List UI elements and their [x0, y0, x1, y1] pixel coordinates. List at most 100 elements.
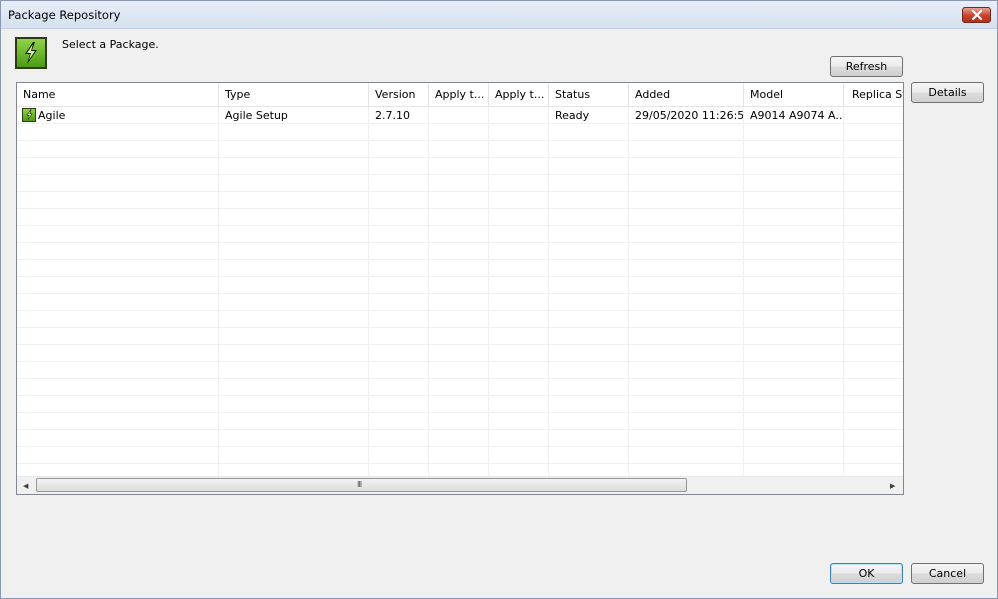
- empty-cell: [844, 345, 903, 362]
- empty-cell: [369, 447, 429, 464]
- empty-cell: [844, 328, 903, 345]
- empty-cell: [549, 209, 629, 226]
- empty-row: [17, 277, 903, 294]
- empty-cell: [844, 311, 903, 328]
- empty-cell: [17, 141, 219, 158]
- empty-cell: [549, 396, 629, 413]
- empty-row: [17, 158, 903, 175]
- empty-cell: [369, 243, 429, 260]
- empty-row: [17, 141, 903, 158]
- empty-cell: [489, 158, 549, 175]
- empty-cell: [17, 294, 219, 311]
- empty-cell: [629, 260, 744, 277]
- empty-cell: [744, 124, 844, 141]
- empty-cell: [844, 209, 903, 226]
- empty-cell: [369, 277, 429, 294]
- column-header-version[interactable]: Version: [369, 83, 429, 106]
- empty-cell: [17, 396, 219, 413]
- empty-cell: [844, 362, 903, 379]
- empty-cell: [17, 243, 219, 260]
- empty-cell: [489, 277, 549, 294]
- cell-replica: [844, 107, 903, 124]
- empty-cell: [429, 226, 489, 243]
- table-row[interactable]: Agile Agile Setup 2.7.10 Ready 29/05/202…: [17, 107, 903, 124]
- ok-button[interactable]: OK: [830, 563, 903, 584]
- empty-cell: [744, 260, 844, 277]
- empty-row: [17, 124, 903, 141]
- empty-cell: [744, 158, 844, 175]
- empty-cell: [844, 175, 903, 192]
- empty-cell: [489, 141, 549, 158]
- scroll-right-icon[interactable]: ▶: [890, 482, 895, 490]
- empty-cell: [489, 447, 549, 464]
- empty-cell: [549, 226, 629, 243]
- column-header-apply-2[interactable]: Apply t...: [489, 83, 549, 106]
- close-icon: [971, 10, 983, 20]
- empty-cell: [489, 345, 549, 362]
- package-table[interactable]: Name Type Version Apply t... Apply t... …: [16, 82, 904, 495]
- empty-cell: [219, 243, 369, 260]
- details-button[interactable]: Details: [911, 82, 984, 103]
- empty-cell: [489, 311, 549, 328]
- empty-row: [17, 413, 903, 430]
- empty-cell: [219, 430, 369, 447]
- column-header-replica[interactable]: Replica St: [844, 83, 903, 106]
- empty-cell: [429, 260, 489, 277]
- column-header-model[interactable]: Model: [744, 83, 844, 106]
- empty-cell: [219, 260, 369, 277]
- close-button[interactable]: [962, 7, 991, 23]
- empty-row: [17, 396, 903, 413]
- empty-cell: [219, 141, 369, 158]
- empty-cell: [549, 294, 629, 311]
- empty-cell: [744, 243, 844, 260]
- empty-row: [17, 345, 903, 362]
- empty-cell: [429, 192, 489, 209]
- scrollbar-thumb[interactable]: III: [36, 478, 687, 492]
- empty-cell: [549, 430, 629, 447]
- column-header-apply-1[interactable]: Apply t...: [429, 83, 489, 106]
- empty-cell: [489, 260, 549, 277]
- empty-cell: [17, 192, 219, 209]
- column-header-status[interactable]: Status: [549, 83, 629, 106]
- empty-cell: [744, 362, 844, 379]
- cell-version: 2.7.10: [369, 107, 429, 124]
- empty-cell: [429, 124, 489, 141]
- column-header-type[interactable]: Type: [219, 83, 369, 106]
- window-title: Package Repository: [8, 8, 121, 22]
- empty-cell: [549, 345, 629, 362]
- column-header-name[interactable]: Name: [17, 83, 219, 106]
- empty-cell: [489, 396, 549, 413]
- empty-cell: [744, 413, 844, 430]
- empty-cell: [629, 141, 744, 158]
- empty-cell: [844, 124, 903, 141]
- empty-cell: [489, 294, 549, 311]
- empty-cell: [629, 413, 744, 430]
- empty-cell: [17, 328, 219, 345]
- column-header-added[interactable]: Added: [629, 83, 744, 106]
- cancel-button[interactable]: Cancel: [911, 563, 984, 584]
- empty-cell: [844, 430, 903, 447]
- refresh-button[interactable]: Refresh: [830, 56, 903, 77]
- empty-cell: [744, 175, 844, 192]
- empty-cell: [744, 277, 844, 294]
- empty-cell: [844, 396, 903, 413]
- empty-cell: [429, 175, 489, 192]
- empty-cell: [744, 209, 844, 226]
- empty-cell: [629, 396, 744, 413]
- empty-cell: [629, 158, 744, 175]
- table-body: Agile Agile Setup 2.7.10 Ready 29/05/202…: [17, 107, 903, 481]
- empty-row: [17, 260, 903, 277]
- empty-cell: [219, 311, 369, 328]
- empty-cell: [549, 362, 629, 379]
- empty-cell: [629, 175, 744, 192]
- empty-cell: [17, 124, 219, 141]
- empty-cell: [744, 379, 844, 396]
- empty-cell: [744, 226, 844, 243]
- empty-cell: [369, 260, 429, 277]
- empty-cell: [219, 158, 369, 175]
- horizontal-scrollbar[interactable]: ◀ III ▶: [17, 476, 903, 494]
- empty-cell: [744, 192, 844, 209]
- scroll-left-icon[interactable]: ◀: [23, 482, 28, 490]
- empty-cell: [369, 345, 429, 362]
- empty-cell: [369, 209, 429, 226]
